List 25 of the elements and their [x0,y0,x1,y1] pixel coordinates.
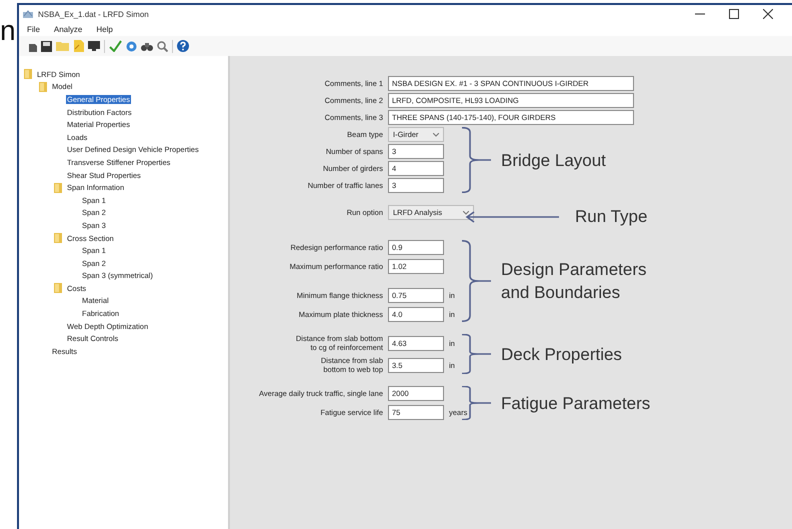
save-icon[interactable] [41,40,52,52]
caret-icon [433,132,439,136]
menu-item[interactable]: Analyze [54,25,82,34]
binoculars-icon[interactable] [141,42,153,50]
menu-item[interactable]: File [27,25,40,34]
check-icon[interactable] [109,40,122,52]
maximize-icon[interactable] [729,9,739,19]
monitor-icon[interactable] [88,41,100,51]
bracket [461,127,491,193]
annotation-label: Run Type [575,206,648,228]
search-icon[interactable] [157,40,168,52]
app-icon [23,10,33,18]
circle-icon[interactable] [126,40,137,52]
annotation-label: Bridge Layout [501,150,606,172]
file-icon[interactable] [73,40,84,52]
window-title: NSBA_Ex_1.dat - LRFD Simon [38,10,149,18]
annotation-label: Fatigue Parameters [501,392,650,414]
menu-item[interactable]: Help [96,25,113,34]
caret-icon [463,210,469,214]
help-icon[interactable] [177,40,189,52]
close-icon[interactable] [763,9,773,19]
bracket [461,334,491,374]
annotation-label: Deck Properties [501,344,622,366]
slide-text: n [0,16,16,46]
annotation-label: Design Parameters and Boundaries [501,259,647,304]
